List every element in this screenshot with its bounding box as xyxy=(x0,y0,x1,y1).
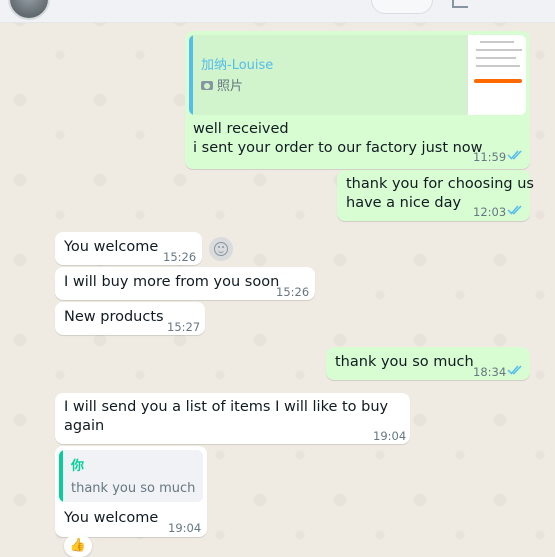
double-check-icon xyxy=(507,365,522,375)
message-text: You welcome xyxy=(64,239,159,255)
message-time: 15:26 xyxy=(276,285,310,299)
message-text: New products xyxy=(64,309,164,325)
message-text: You welcome xyxy=(64,510,159,526)
incoming-message[interactable]: I will send you a list of items I will l… xyxy=(55,393,410,444)
quote-subtitle: 照片 xyxy=(217,79,244,94)
quoted-message[interactable]: 你 thank you so much xyxy=(59,450,203,502)
incoming-message[interactable]: New products 15:27 xyxy=(55,302,205,335)
quote-bar xyxy=(59,450,63,502)
quote-text: thank you so much xyxy=(71,481,196,496)
message-text: I will send you a list of items I will l… xyxy=(64,399,389,415)
message-text: have a nice day xyxy=(346,195,462,211)
thumbs-up-icon[interactable]: 👍 xyxy=(64,535,92,557)
double-check-icon xyxy=(507,150,522,160)
react-emoji-button[interactable] xyxy=(209,237,233,261)
header-menu-icon[interactable] xyxy=(452,0,468,8)
message-text: again xyxy=(64,418,105,434)
message-text: I will buy more from you soon xyxy=(64,274,280,290)
outgoing-message[interactable]: thank you for choosing us have a nice da… xyxy=(337,170,534,221)
camera-icon xyxy=(201,81,213,90)
message-time: 19:04 xyxy=(168,521,202,535)
chat-header xyxy=(0,0,555,23)
incoming-message[interactable]: I will buy more from you soon 15:26 xyxy=(55,267,315,300)
message-text: thank you so much xyxy=(335,354,474,370)
message-time: 18:34 xyxy=(473,365,507,379)
outgoing-message[interactable]: thank you so much 18:34 xyxy=(326,347,530,380)
message-text: i sent your order to our factory just no… xyxy=(193,140,483,156)
message-time: 11:59 xyxy=(473,150,507,164)
smiley-icon xyxy=(214,242,228,256)
message-time: 19:04 xyxy=(373,429,407,443)
quote-photo-label: 照片 xyxy=(201,77,243,96)
message-time: 15:26 xyxy=(163,250,197,264)
outgoing-message[interactable]: 加纳-Louise 照片 well received i sent your o… xyxy=(185,31,530,169)
incoming-message[interactable]: 你 thank you so much You welcome 19:04 xyxy=(55,446,207,537)
message-text: well received xyxy=(193,121,289,137)
quote-bar xyxy=(189,35,193,115)
double-check-icon xyxy=(507,205,522,215)
message-text: thank you for choosing us xyxy=(346,176,534,192)
incoming-message[interactable]: You welcome 15:26 xyxy=(55,232,202,265)
quote-thumbnail xyxy=(467,35,526,115)
message-time: 12:03 xyxy=(473,205,507,219)
message-time: 15:27 xyxy=(167,320,201,334)
quote-author: 你 xyxy=(71,459,85,474)
quoted-message[interactable]: 加纳-Louise 照片 xyxy=(189,35,526,115)
quote-author: 加纳-Louise xyxy=(201,58,274,73)
header-action-button[interactable] xyxy=(371,0,433,14)
contact-avatar[interactable] xyxy=(8,0,50,20)
